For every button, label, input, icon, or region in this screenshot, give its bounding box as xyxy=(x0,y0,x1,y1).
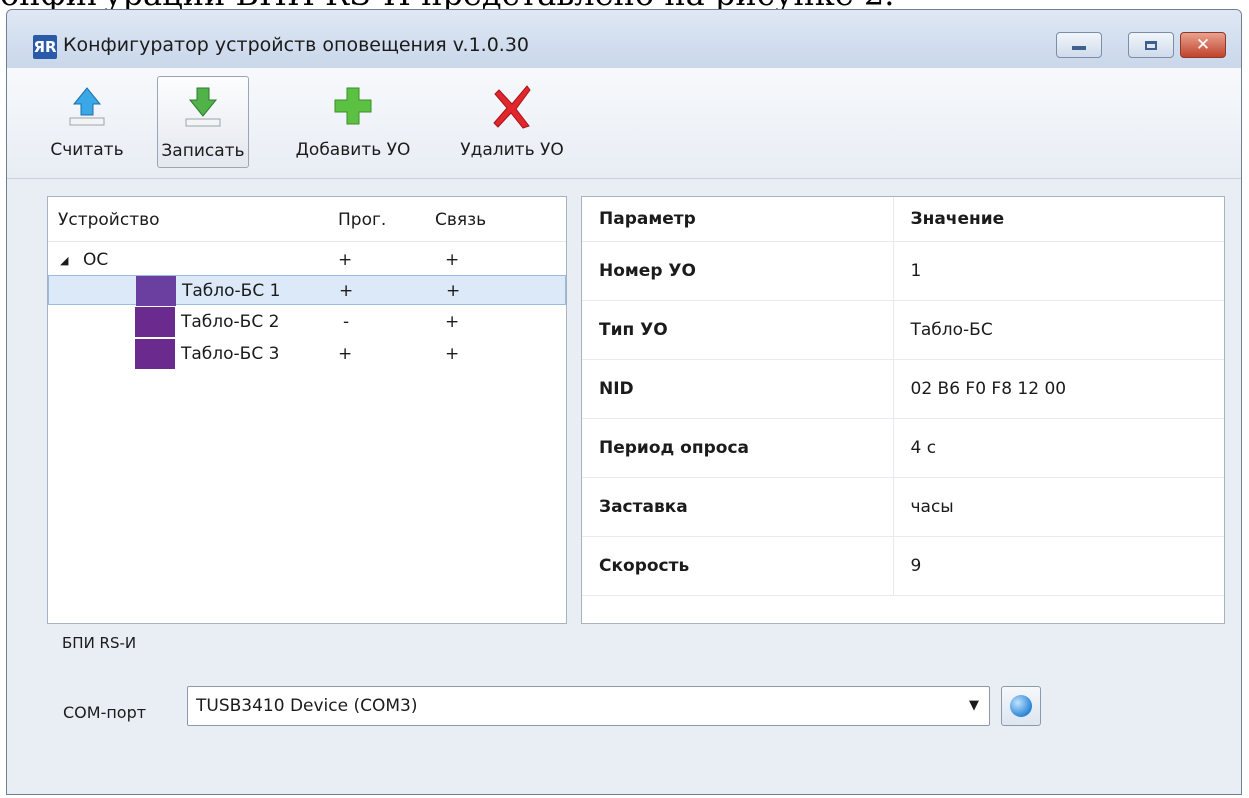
tree-root-item[interactable]: ◢ ОС + + xyxy=(48,245,566,275)
property-value[interactable]: часы xyxy=(893,477,1224,537)
device-link: + xyxy=(445,312,460,332)
group-label: БПИ RS-И xyxy=(62,634,137,652)
add-device-button[interactable]: Добавить УО xyxy=(283,76,423,168)
column-param[interactable]: Параметр xyxy=(582,197,894,242)
device-tree-panel: Устройство Прог. Связь ◢ ОС + + Табло-БС… xyxy=(47,196,567,624)
property-row[interactable]: NID 02 B6 F0 F8 12 00 xyxy=(582,359,1224,419)
property-name: Скорость xyxy=(582,536,894,596)
properties-table: Параметр Значение Номер УО 1 Тип УО Табл… xyxy=(582,197,1224,596)
device-prog: + xyxy=(339,281,354,301)
com-port-select[interactable]: TUSB3410 Device (COM3) ▼ xyxy=(187,686,990,726)
property-value[interactable]: 1 xyxy=(893,241,1224,301)
refresh-button[interactable] xyxy=(1001,686,1041,726)
com-port-label: COM-порт xyxy=(63,703,147,722)
property-name: Тип УО xyxy=(582,300,894,360)
minimize-icon xyxy=(1072,46,1086,50)
device-link: + xyxy=(446,281,461,301)
property-value[interactable]: Табло-БС xyxy=(893,300,1224,360)
device-color-icon xyxy=(135,307,175,337)
refresh-globe-icon xyxy=(1010,695,1032,717)
property-row[interactable]: Номер УО 1 xyxy=(582,241,1224,301)
delete-device-label: Удалить УО xyxy=(460,140,564,160)
property-name: NID xyxy=(582,359,894,419)
column-value[interactable]: Значение xyxy=(893,197,1224,242)
properties-header: Параметр Значение xyxy=(582,197,1224,242)
device-color-icon xyxy=(136,276,176,306)
read-button[interactable]: Считать xyxy=(47,76,127,168)
device-tree-header: Устройство Прог. Связь xyxy=(48,197,566,242)
device-name: Табло-БС 2 xyxy=(181,312,280,332)
root-name: ОС xyxy=(83,250,109,270)
delete-x-icon xyxy=(493,85,531,129)
chevron-down-icon[interactable]: ▼ xyxy=(969,698,979,713)
close-button[interactable]: ✕ xyxy=(1180,32,1226,58)
device-prog: - xyxy=(343,312,350,332)
property-name: Период опроса xyxy=(582,418,894,478)
window-title: Конфигуратор устройств оповещения v.1.0.… xyxy=(63,34,530,56)
device-name: Табло-БС 3 xyxy=(181,344,280,364)
read-button-label: Считать xyxy=(50,140,124,160)
tree-item-device-1[interactable]: Табло-БС 1 + + xyxy=(48,275,566,306)
app-window: ЯR Конфигуратор устройств оповещения v.1… xyxy=(6,9,1242,795)
maximize-icon xyxy=(1145,40,1157,50)
device-prog: + xyxy=(338,344,353,364)
minimize-button[interactable] xyxy=(1056,32,1102,58)
title-bar[interactable]: ЯR Конфигуратор устройств оповещения v.1… xyxy=(7,10,1241,68)
column-link[interactable]: Связь xyxy=(435,210,486,230)
close-icon: ✕ xyxy=(1195,34,1211,55)
device-color-icon xyxy=(135,339,175,369)
write-button[interactable]: Записать xyxy=(157,76,249,168)
property-value[interactable]: 02 B6 F0 F8 12 00 xyxy=(893,359,1224,419)
column-prog[interactable]: Прог. xyxy=(338,210,386,230)
com-port-value: TUSB3410 Device (COM3) xyxy=(196,696,418,716)
tree-item-device-2[interactable]: Табло-БС 2 - + xyxy=(48,307,566,337)
property-value[interactable]: 9 xyxy=(893,536,1224,596)
device-link: + xyxy=(445,344,460,364)
add-device-label: Добавить УО xyxy=(295,140,411,160)
app-logo-icon: ЯR xyxy=(33,35,57,59)
expand-collapse-icon[interactable]: ◢ xyxy=(60,254,68,267)
write-button-label: Записать xyxy=(161,141,245,161)
property-name: Заставка xyxy=(582,477,894,537)
property-row[interactable]: Тип УО Табло-БС xyxy=(582,300,1224,360)
property-row[interactable]: Заставка часы xyxy=(582,477,1224,537)
delete-device-button[interactable]: Удалить УО xyxy=(442,76,582,168)
property-value[interactable]: 4 с xyxy=(893,418,1224,478)
column-device[interactable]: Устройство xyxy=(58,210,160,230)
property-row[interactable]: Скорость 9 xyxy=(582,536,1224,596)
device-name: Табло-БС 1 xyxy=(182,281,281,301)
write-download-icon xyxy=(185,87,221,127)
property-row[interactable]: Период опроса 4 с xyxy=(582,418,1224,478)
read-upload-icon xyxy=(69,87,105,126)
toolbar: Считать Записать Добавить УО Удалить УО xyxy=(7,68,1241,179)
root-prog: + xyxy=(338,250,353,270)
property-name: Номер УО xyxy=(582,241,894,301)
maximize-button[interactable] xyxy=(1128,32,1174,58)
add-plus-icon xyxy=(334,87,372,125)
properties-panel: Параметр Значение Номер УО 1 Тип УО Табл… xyxy=(581,196,1225,624)
tree-item-device-3[interactable]: Табло-БС 3 + + xyxy=(48,339,566,369)
root-link: + xyxy=(445,250,460,270)
